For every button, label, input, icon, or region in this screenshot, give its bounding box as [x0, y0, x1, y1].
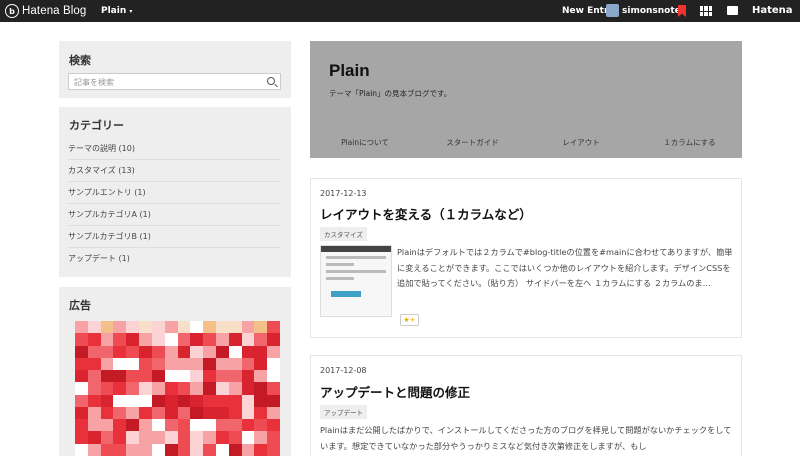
chevron-down-icon: ▾: [129, 8, 133, 15]
category-item[interactable]: カスタマイズ (13): [68, 160, 281, 182]
category-item[interactable]: サンプルカテゴリA (1): [68, 204, 281, 226]
entry-title[interactable]: レイアウトを変える（１カラムなど）: [320, 204, 532, 223]
entry-thumbnail[interactable]: [320, 245, 392, 317]
search-heading: 検索: [69, 54, 91, 67]
username: simonsnote: [622, 5, 681, 16]
category-item[interactable]: サンプルエントリ (1): [68, 182, 281, 204]
nav-item-layout[interactable]: レイアウト: [525, 137, 637, 148]
nav-item-one-column[interactable]: １カラムにする: [637, 137, 742, 148]
global-nav: Plainについて スタートガイド レイアウト １カラムにする: [310, 137, 742, 148]
category-item[interactable]: テーマの説明 (10): [68, 138, 281, 160]
blog-description: テーマ「Plain」の見本ブログです。: [329, 89, 452, 98]
logo-text: Hatena Blog: [22, 5, 87, 17]
ad-heading: 広告: [69, 299, 91, 312]
search-module: 検索 記事を検索: [59, 41, 291, 98]
user-menu[interactable]: simonsnote ▾: [606, 4, 684, 17]
entry-date[interactable]: 2017-12-13: [320, 189, 367, 198]
hatena-blog-logo[interactable]: b Hatena Blog: [5, 4, 86, 18]
blog-menu-dropdown[interactable]: Plain ▾: [101, 6, 132, 16]
entry-excerpt: Plainはデフォルトでは２カラムで#blog-titleの位置を#mainに合…: [397, 247, 733, 288]
hatena-logo-icon: b: [5, 4, 19, 18]
blog-header: Plain テーマ「Plain」の見本ブログです。 Plainについて スタート…: [310, 41, 742, 158]
entry-excerpt: Plainはまだ公開したばかりで、インストールしてくださった方のブログを拝見して…: [320, 425, 732, 451]
search-input[interactable]: 記事を検索: [68, 73, 281, 90]
category-heading: カテゴリー: [69, 119, 124, 132]
category-item[interactable]: サンプルカテゴリB (1): [68, 226, 281, 248]
ad-module: 広告: [59, 287, 291, 456]
article-entry: 2017-12-08 アップデートと問題の修正 アップデート Plainはまだ公…: [310, 355, 742, 456]
global-header: b Hatena Blog Plain ▾ New Entry simonsno…: [0, 0, 800, 22]
apps-grid-icon[interactable]: [700, 6, 712, 16]
category-list: テーマの説明 (10) カスタマイズ (13) サンプルエントリ (1) サンプ…: [68, 138, 281, 270]
category-module: カテゴリー テーマの説明 (10) カスタマイズ (13) サンプルエントリ (…: [59, 107, 291, 277]
category-item[interactable]: アップデート (1): [68, 248, 281, 270]
blog-menu-label: Plain: [101, 6, 127, 16]
nav-item-start-guide[interactable]: スタートガイド: [420, 137, 525, 148]
category-tag[interactable]: アップデート: [320, 405, 367, 419]
add-star-button[interactable]: ★+: [400, 314, 419, 326]
search-placeholder: 記事を検索: [74, 78, 114, 87]
avatar: [606, 4, 619, 17]
blog-title[interactable]: Plain: [329, 61, 370, 81]
nav-item-about[interactable]: Plainについて: [310, 137, 420, 148]
ad-image[interactable]: [75, 321, 280, 456]
entry-date[interactable]: 2017-12-08: [320, 366, 367, 375]
article-entry: 2017-12-13 レイアウトを変える（１カラムなど） カスタマイズ Plai…: [310, 178, 742, 338]
hatena-link[interactable]: Hatena: [752, 5, 793, 16]
notification-icon[interactable]: [727, 6, 738, 15]
entry-title[interactable]: アップデートと問題の修正: [320, 382, 470, 401]
category-tag[interactable]: カスタマイズ: [320, 227, 367, 241]
search-icon[interactable]: [267, 77, 275, 85]
